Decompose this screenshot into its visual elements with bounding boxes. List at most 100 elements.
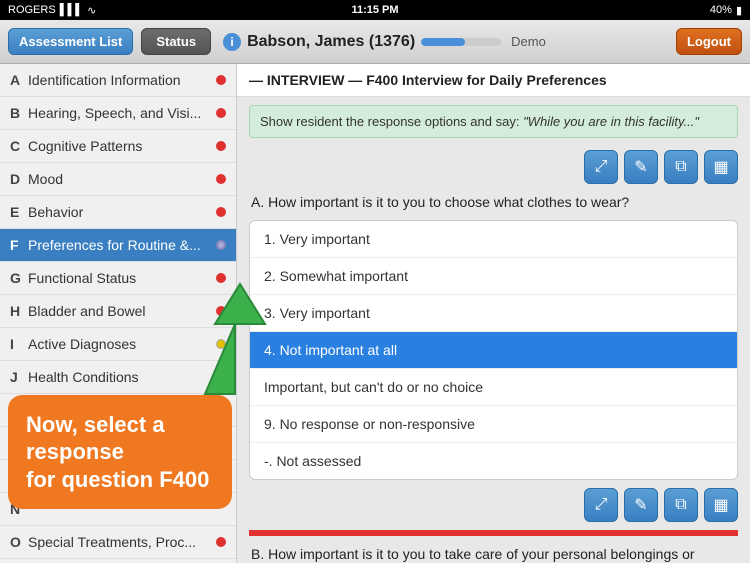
sidebar-dot-o xyxy=(216,537,226,547)
expand-icon-bottom: ⤢ xyxy=(595,496,608,514)
sidebar-label-o: Special Treatments, Proc... xyxy=(28,534,212,550)
sidebar-dot-j xyxy=(216,372,226,382)
content-area: A Identification Information B Hearing, … xyxy=(0,64,750,563)
edit-button[interactable]: ✎ xyxy=(624,150,658,184)
sidebar-label-h: Bladder and Bowel xyxy=(28,303,212,319)
top-nav: Assessment List Status i Babson, James (… xyxy=(0,20,750,64)
demo-label: Demo xyxy=(511,34,546,49)
sidebar-label-b: Hearing, Speech, and Visi... xyxy=(28,105,212,121)
status-bar-right: 40% ▮ xyxy=(710,4,742,17)
sidebar-label-c: Cognitive Patterns xyxy=(28,138,212,154)
sidebar-dot-c xyxy=(216,141,226,151)
battery-icon: ▮ xyxy=(736,4,742,17)
sidebar-item-o[interactable]: O Special Treatments, Proc... xyxy=(0,526,236,559)
resident-name: Babson, James (1376) xyxy=(247,33,415,51)
response-5[interactable]: Important, but can't do or no choice xyxy=(250,369,737,406)
instruction-box: Show resident the response options and s… xyxy=(249,105,738,138)
sidebar-letter-a: A xyxy=(10,72,28,88)
sidebar-letter-j: J xyxy=(10,369,28,385)
status-button[interactable]: Status xyxy=(141,28,211,55)
question-a-text: A. How important is it to you to choose … xyxy=(237,188,750,216)
assessment-list-button[interactable]: Assessment List xyxy=(8,28,133,55)
copy-button-bottom[interactable]: ⧉ xyxy=(664,488,698,522)
sidebar-label-i: Active Diagnoses xyxy=(28,336,212,352)
sidebar-letter-i: I xyxy=(10,336,28,352)
wifi-icon: ∿ xyxy=(87,4,96,17)
edit-icon-bottom: ✎ xyxy=(634,495,647,515)
sidebar-dot-h xyxy=(216,306,226,316)
response-2[interactable]: 2. Somewhat important xyxy=(250,258,737,295)
callout-line1: Now, select a response xyxy=(26,412,165,465)
sidebar-letter-c: C xyxy=(10,138,28,154)
sidebar-label-f: Preferences for Routine &... xyxy=(28,237,212,253)
interview-header: — INTERVIEW — F400 Interview for Daily P… xyxy=(237,64,750,97)
sidebar-dot-g xyxy=(216,273,226,283)
sidebar-letter-b: B xyxy=(10,105,28,121)
response-dash[interactable]: -. Not assessed xyxy=(250,443,737,479)
sidebar-item-g[interactable]: G Functional Status xyxy=(0,262,236,295)
response-list: 1. Very important 2. Somewhat important … xyxy=(249,220,738,480)
sidebar-item-c[interactable]: C Cognitive Patterns xyxy=(0,130,236,163)
calendar-button-bottom[interactable]: ▦ xyxy=(704,488,738,522)
orange-callout-box: Now, select a response for question F400 xyxy=(8,395,232,510)
progress-bar xyxy=(421,38,501,46)
copy-button[interactable]: ⧉ xyxy=(664,150,698,184)
sidebar-dot-i xyxy=(216,339,226,349)
main-content: — INTERVIEW — F400 Interview for Daily P… xyxy=(237,64,750,563)
copy-icon-bottom: ⧉ xyxy=(675,496,686,514)
sidebar-item-e[interactable]: E Behavior xyxy=(0,196,236,229)
expand-button-bottom[interactable]: ⤢ xyxy=(584,488,618,522)
edit-icon: ✎ xyxy=(634,157,647,177)
sidebar-label-j: Health Conditions xyxy=(28,369,212,385)
calendar-icon: ▦ xyxy=(713,157,728,177)
status-bar: ROGERS ▌▌▌ ∿ 11:15 PM 40% ▮ xyxy=(0,0,750,20)
toolbar-row-top: ⤢ ✎ ⧉ ▦ xyxy=(237,146,750,188)
callout-overlay: Now, select a response for question F400 xyxy=(0,391,240,514)
instruction-text: Show resident the response options and s… xyxy=(260,114,523,129)
resident-info: i Babson, James (1376) Demo xyxy=(223,33,668,51)
sidebar-item-i[interactable]: I Active Diagnoses xyxy=(0,328,236,361)
sidebar-label-g: Functional Status xyxy=(28,270,212,286)
info-icon: i xyxy=(223,33,241,51)
carrier-label: ROGERS xyxy=(8,4,56,16)
sidebar-item-b[interactable]: B Hearing, Speech, and Visi... xyxy=(0,97,236,130)
sidebar-item-h[interactable]: H Bladder and Bowel xyxy=(0,295,236,328)
bottom-progress-bar xyxy=(249,530,738,536)
response-4[interactable]: 4. Not important at all xyxy=(250,332,737,369)
sidebar-label-a: Identification Information xyxy=(28,72,212,88)
toolbar-row-bottom: ⤢ ✎ ⧉ ▦ xyxy=(237,484,750,526)
sidebar-letter-d: D xyxy=(10,171,28,187)
callout-text: Now, select a response for question F400 xyxy=(26,411,214,494)
callout-line2: for question F400 xyxy=(26,467,209,492)
sidebar-item-p[interactable]: P Restraints xyxy=(0,559,236,563)
sidebar-letter-e: E xyxy=(10,204,28,220)
sidebar-item-d[interactable]: D Mood xyxy=(0,163,236,196)
response-3[interactable]: 3. Very important xyxy=(250,295,737,332)
sidebar-dot-b xyxy=(216,108,226,118)
sidebar-letter-f: F xyxy=(10,237,28,253)
sidebar-label-d: Mood xyxy=(28,171,212,187)
sidebar-label-e: Behavior xyxy=(28,204,212,220)
expand-icon: ⤢ xyxy=(595,158,608,176)
sidebar-item-f[interactable]: F Preferences for Routine &... xyxy=(0,229,236,262)
calendar-button[interactable]: ▦ xyxy=(704,150,738,184)
progress-bar-fill xyxy=(421,38,465,46)
expand-button[interactable]: ⤢ xyxy=(584,150,618,184)
battery-label: 40% xyxy=(710,4,732,16)
copy-icon: ⧉ xyxy=(675,158,686,176)
sidebar-letter-o: O xyxy=(10,534,28,550)
response-1[interactable]: 1. Very important xyxy=(250,221,737,258)
edit-button-bottom[interactable]: ✎ xyxy=(624,488,658,522)
sidebar-dot-e xyxy=(216,207,226,217)
sidebar-dot-d xyxy=(216,174,226,184)
sidebar-item-j[interactable]: J Health Conditions xyxy=(0,361,236,394)
response-9[interactable]: 9. No response or non-responsive xyxy=(250,406,737,443)
app-container: Assessment List Status i Babson, James (… xyxy=(0,20,750,563)
logout-button[interactable]: Logout xyxy=(676,28,742,55)
sidebar-dot-a xyxy=(216,75,226,85)
sidebar-letter-g: G xyxy=(10,270,28,286)
sidebar-letter-h: H xyxy=(10,303,28,319)
sidebar-item-a[interactable]: A Identification Information xyxy=(0,64,236,97)
sidebar-dot-f xyxy=(216,240,226,250)
status-bar-left: ROGERS ▌▌▌ ∿ xyxy=(8,4,96,17)
